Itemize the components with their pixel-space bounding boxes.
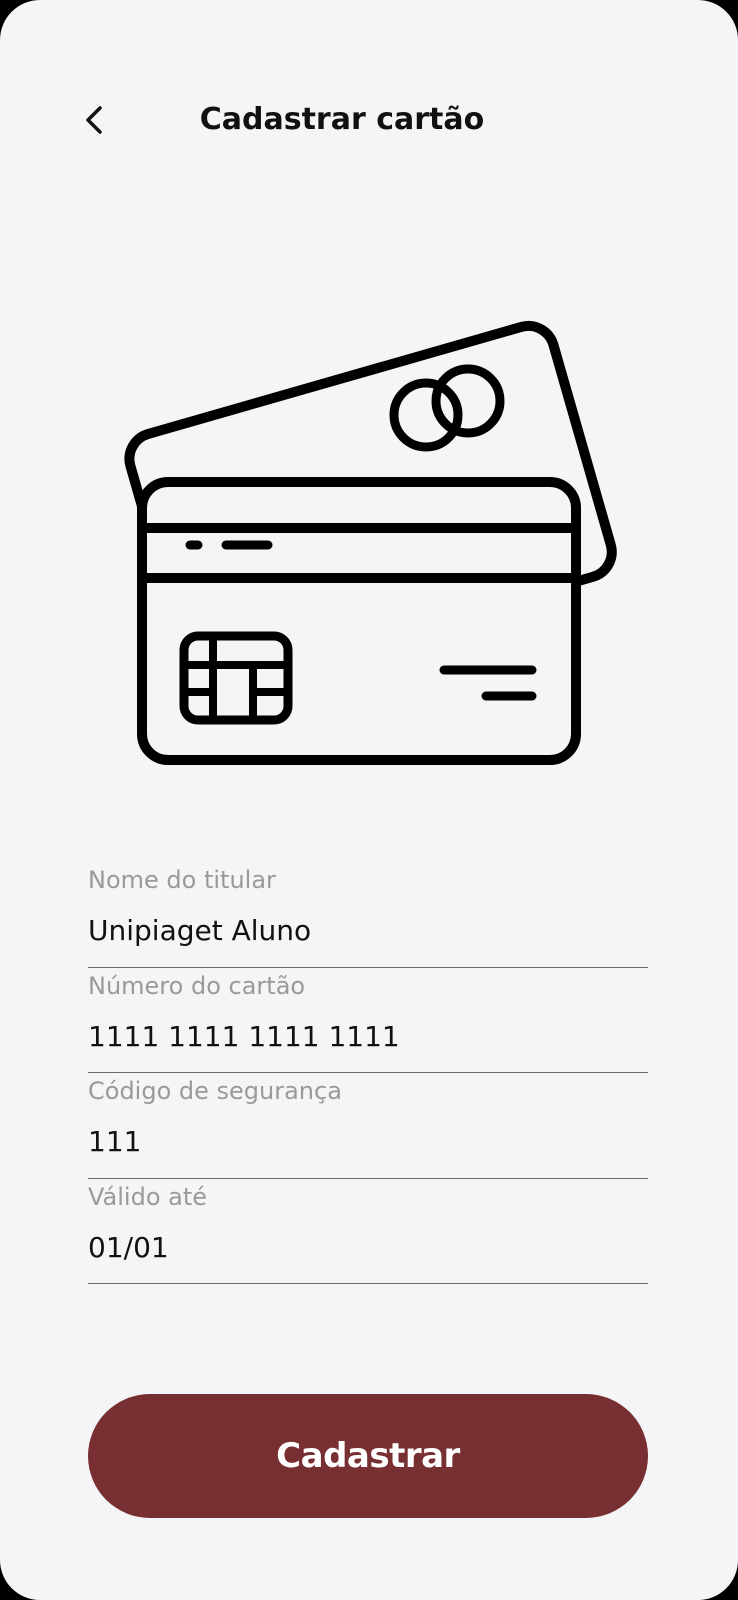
security-code-input[interactable]: 111	[88, 1125, 141, 1158]
security-code-label: Código de segurança	[88, 1077, 342, 1105]
cardholder-name-label: Nome do titular	[88, 866, 276, 894]
page-title: Cadastrar cartão	[199, 102, 485, 137]
cardholder-name-input[interactable]: Unipiaget Aluno	[88, 914, 311, 947]
expiry-date-input[interactable]: 01/01	[88, 1231, 169, 1264]
expiry-date-label: Válido até	[88, 1182, 208, 1211]
security-code-field[interactable]: Código de segurança 111	[88, 1073, 648, 1179]
card-form: Nome do titular Unipiaget Aluno Número d…	[88, 862, 648, 1284]
submit-button[interactable]: Cadastrar	[88, 1394, 648, 1518]
card-number-label: Número do cartão	[88, 971, 306, 1000]
expiry-date-field[interactable]: Válido até 01/01	[88, 1179, 648, 1284]
submit-button-label: Cadastrar	[276, 1436, 460, 1476]
cardholder-name-field[interactable]: Nome do titular Unipiaget Aluno	[88, 862, 648, 968]
card-logo-circle-right	[431, 364, 505, 438]
card-number-input[interactable]: 1111 1111 1111 1111	[88, 1020, 400, 1053]
app-screen: Cadastrar cartão Nome do titular Unipiag…	[0, 0, 738, 1600]
card-logo-circle-left	[389, 378, 463, 452]
credit-cards-icon	[124, 320, 617, 765]
card-number-field[interactable]: Número do cartão 1111 1111 1111 1111	[88, 968, 648, 1073]
